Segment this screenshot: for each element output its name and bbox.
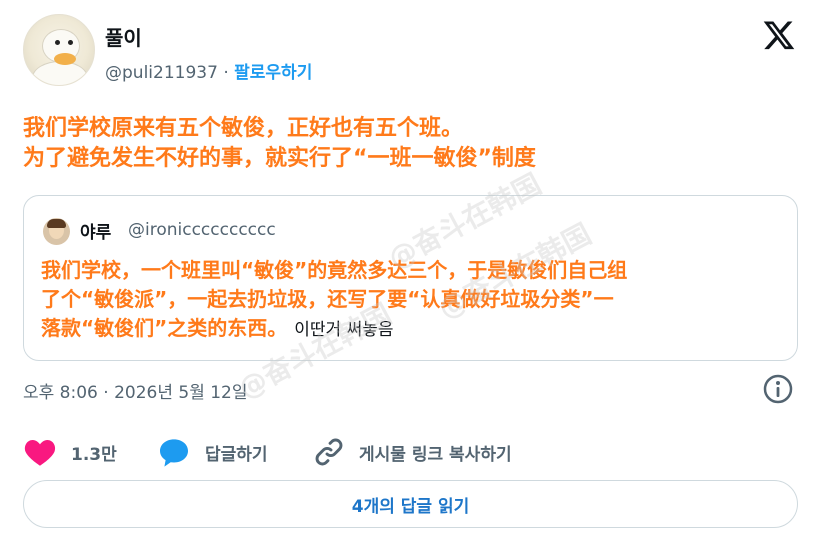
heart-icon — [24, 440, 56, 466]
post-text: 我们学校原来有五个敏俊，正好也有五个班。 为了避免发生不好的事，就实行了“一班一… — [23, 114, 536, 174]
quoted-post-text: 我们学校，一个班里叫“敏俊”的竟然多达三个，于是敏俊们自己组 了个“敏俊派”，一… — [41, 256, 627, 345]
post-timestamp[interactable]: 오후 8:06 · 2026년 5월 12일 — [23, 378, 248, 403]
reply-bubble-icon — [160, 439, 188, 467]
post-header: 풀이 @puli211937 · 팔로우하기 — [23, 14, 803, 88]
post-actions: 1.3만 답글하기 게시물 링크 복사하기 — [23, 430, 803, 474]
quoted-text-line-1: 我们学校，一个班里叫“敏俊”的竟然多达三个，于是敏俊们自己组 — [41, 258, 628, 282]
author-avatar[interactable] — [23, 14, 95, 86]
quoted-text-line-3-ko: 이딴거 써놓음 — [294, 320, 394, 340]
copy-link-label: 게시물 링크 복사하기 — [359, 444, 512, 465]
like-button[interactable]: 1.3만 — [23, 430, 117, 474]
post-text-line-1: 我们学校原来有五个敏俊，正好也有五个班。 — [23, 116, 464, 141]
separator-dot: · — [223, 63, 229, 83]
quoted-post-card[interactable]: 야루 @ironicccccccccc 我们学校，一个班里叫“敏俊”的竟然多达三… — [23, 195, 798, 361]
author-handle-line: @puli211937 · 팔로우하기 — [105, 58, 312, 83]
author-display-name[interactable]: 풀이 — [105, 22, 142, 51]
quoted-author-handle: @ironicccccccccc — [128, 220, 276, 240]
quoted-author-avatar[interactable] — [43, 218, 70, 245]
like-count: 1.3만 — [71, 444, 117, 465]
reply-label: 답글하기 — [205, 444, 268, 465]
info-icon[interactable] — [762, 373, 794, 405]
follow-button[interactable]: 팔로우하기 — [234, 63, 312, 83]
post-text-line-2: 为了避免发生不好的事，就实行了“一班一敏俊”制度 — [23, 146, 536, 171]
reply-button[interactable]: 답글하기 — [157, 430, 268, 474]
author-handle[interactable]: @puli211937 — [105, 63, 218, 83]
quoted-text-line-3: 落款“敏俊们”之类的东西。 이딴거 써놓음 — [41, 314, 627, 345]
x-logo-icon[interactable] — [761, 18, 797, 52]
read-replies-button[interactable]: 4개의 답글 읽기 — [23, 480, 798, 528]
quoted-author-name: 야루 — [80, 223, 112, 243]
link-icon — [315, 438, 343, 466]
quoted-text-line-3-zh: 落款“敏俊们”之类的东西。 — [41, 316, 288, 340]
copy-link-button[interactable]: 게시물 링크 복사하기 — [313, 430, 512, 474]
quoted-text-line-2: 了个“敏俊派”，一起去扔垃圾，还写了要“认真做好垃圾分类”一 — [41, 287, 614, 311]
